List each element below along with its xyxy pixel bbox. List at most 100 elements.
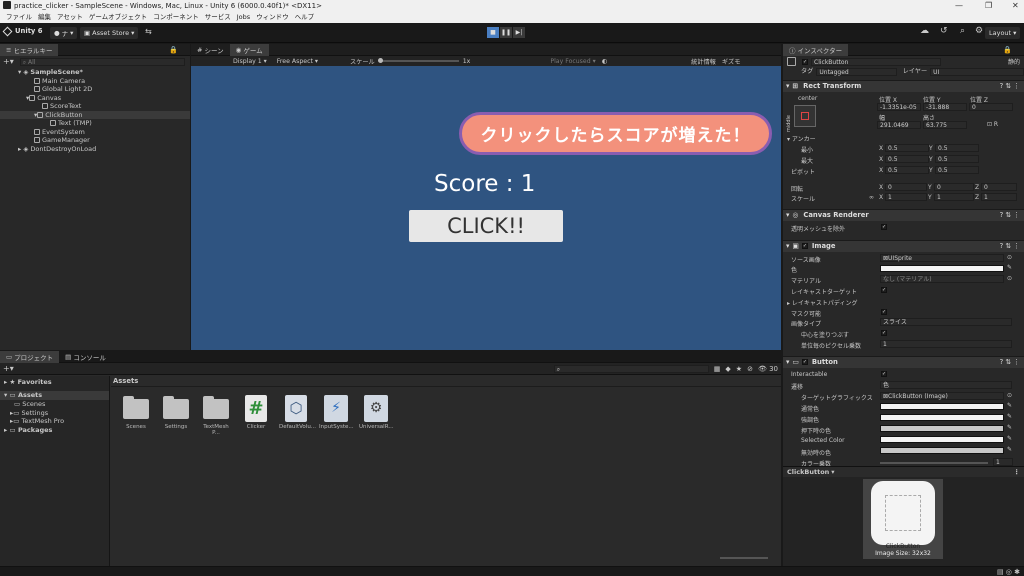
source-image-field[interactable]: ⊠UISprite <box>880 253 1004 262</box>
eyedropper-icon[interactable]: ✎ <box>1007 424 1012 431</box>
tree-favorites[interactable]: ▸ ★ Favorites <box>0 376 109 386</box>
component-menu-icon[interactable]: ? ⇅ ⋮ <box>1000 80 1020 92</box>
pivot-x[interactable]: 0.5 <box>885 165 929 174</box>
click-button[interactable]: CLICK!! <box>409 210 563 242</box>
link-icon[interactable]: ∞ <box>869 194 874 201</box>
tab-console[interactable]: ▤ コンソール <box>59 351 112 363</box>
pos-y-field[interactable]: -31.888 <box>923 102 967 111</box>
image-header[interactable]: ▾ ▣ ✓ Image ? ⇅ ⋮ <box>783 239 1024 252</box>
eyedropper-icon[interactable]: ✎ <box>1007 435 1012 442</box>
height-field[interactable]: 63.775 <box>923 120 967 129</box>
tab-project[interactable]: ▭ プロジェクト <box>0 350 60 363</box>
highlight-color-field[interactable] <box>880 413 1004 421</box>
image-enabled-checkbox[interactable]: ✓ <box>801 243 808 249</box>
static-toggle[interactable]: 静的 <box>1008 57 1020 66</box>
lock-icon[interactable]: 🔒 <box>169 46 178 54</box>
color-multiplier-slider[interactable] <box>880 461 988 464</box>
menu-file[interactable]: ファイル <box>6 12 32 23</box>
color-field[interactable] <box>880 264 1004 272</box>
menu-window[interactable]: ウィンドウ <box>256 12 289 23</box>
tree-folder[interactable]: ▸▭ TextMesh Pro <box>0 417 109 426</box>
pause-button[interactable]: ❚❚ <box>500 27 512 38</box>
scale-slider[interactable] <box>377 58 459 63</box>
object-picker-icon[interactable]: ⊙ <box>1007 392 1012 399</box>
preview-menu-icon[interactable]: ⋮ <box>1014 468 1021 476</box>
scale-y[interactable]: 1 <box>934 192 974 201</box>
menu-component[interactable]: コンポーネント <box>153 12 199 23</box>
account-dropdown[interactable]: ● ナ ▾ <box>50 27 78 39</box>
tab-inspector[interactable]: ⓘ インスペクター <box>783 43 849 56</box>
hierarchy-item[interactable]: GameManager <box>0 136 190 145</box>
rotation-z[interactable]: 0 <box>981 182 1017 191</box>
minimize-button[interactable]: — <box>955 1 963 10</box>
preview-header[interactable]: ClickButton ▾ ⋮ <box>783 467 1024 477</box>
hierarchy-item[interactable]: Global Light 2D <box>0 85 190 94</box>
tab-scene[interactable]: # シーン <box>191 44 230 56</box>
maximize-button[interactable]: ❐ <box>985 1 992 10</box>
color-multiplier-field[interactable]: 1 <box>993 457 1013 466</box>
play-focused-dropdown[interactable]: Play Focused ▾ <box>550 58 595 65</box>
hidden-packages-icon[interactable]: ⊘ <box>747 365 753 373</box>
rect-transform-header[interactable]: ▾ ⊞ Rect Transform ? ⇅ ⋮ <box>783 79 1024 92</box>
target-graphic-field[interactable]: ⊠ClickButton (Image) <box>880 391 1004 400</box>
eyedropper-icon[interactable]: ✎ <box>1007 264 1012 271</box>
stats-button[interactable]: 統計情報 <box>691 57 716 66</box>
asset-item[interactable]: # Clicker <box>239 395 273 430</box>
hierarchy-item-scene[interactable]: ▾ ◈ SampleScene* <box>0 68 190 77</box>
button-component-header[interactable]: ▾ ▭ ✓ Button ? ⇅ ⋮ <box>783 355 1024 368</box>
pos-z-field[interactable]: 0 <box>969 102 1013 111</box>
asset-item[interactable]: ⬡ DefaultVolu... <box>279 395 316 430</box>
favorite-icon[interactable]: ★ <box>736 365 742 373</box>
object-picker-icon[interactable]: ⊙ <box>1007 254 1012 261</box>
hierarchy-item[interactable]: ScoreText <box>0 102 190 111</box>
eyedropper-icon[interactable]: ✎ <box>1007 402 1012 409</box>
project-search-input[interactable]: ⌕ <box>553 364 709 373</box>
tree-assets[interactable]: ▾ ▭ Assets <box>0 391 109 400</box>
cloud-status-icon[interactable]: ☁ <box>920 26 929 36</box>
search-icon[interactable]: ⌕ <box>960 26 965 36</box>
hierarchy-item-selected[interactable]: ▾ ClickButton <box>0 110 190 119</box>
pivot-y[interactable]: 0.5 <box>935 165 979 174</box>
anchor-min-y[interactable]: 0.5 <box>935 143 979 152</box>
component-menu-icon[interactable]: ? ⇅ ⋮ <box>1000 240 1020 252</box>
lock-icon[interactable]: 🔒 <box>1003 46 1012 54</box>
hierarchy-item[interactable]: ▾ Canvas <box>0 94 190 103</box>
menu-jobs[interactable]: Jobs <box>237 12 250 23</box>
asset-item[interactable]: Settings <box>159 396 193 430</box>
tree-folder[interactable]: ▭ Scenes <box>0 400 109 409</box>
raycast-padding-foldout[interactable]: ▸ レイキャストパディング <box>787 298 858 307</box>
canvas-renderer-header[interactable]: ▾ ◎ Canvas Renderer ? ⇅ ⋮ <box>783 208 1024 221</box>
object-picker-icon[interactable]: ⊙ <box>1007 275 1012 282</box>
layout-dropdown[interactable]: Layout ▾ <box>985 27 1021 39</box>
material-field[interactable]: なし (マテリアル) <box>880 274 1004 283</box>
play-button[interactable]: ■ <box>487 27 499 38</box>
tab-game[interactable]: ◉ ゲーム <box>229 43 269 56</box>
display-dropdown[interactable]: Display 1 ▾ <box>233 58 267 65</box>
asset-item[interactable]: ⚙ UniversalR... <box>359 395 394 430</box>
hierarchy-search-input[interactable]: ⌕ All <box>19 57 185 66</box>
rotation-y[interactable]: 0 <box>934 182 974 191</box>
menu-help[interactable]: ヘルプ <box>295 12 315 23</box>
component-menu-icon[interactable]: ? ⇅ ⋮ <box>1000 356 1020 368</box>
button-enabled-checkbox[interactable]: ✓ <box>801 359 808 365</box>
add-button[interactable]: +▾ <box>3 364 14 373</box>
maskable-checkbox[interactable]: ✓ <box>881 308 887 315</box>
status-icons[interactable]: ▤ ◎ ✱ <box>997 568 1020 576</box>
object-name-field[interactable]: ClickButton <box>811 57 941 66</box>
anchor-preset-button[interactable] <box>794 104 816 127</box>
tree-folder[interactable]: ▸▭ Settings <box>0 409 109 418</box>
ppu-field[interactable]: 1 <box>880 339 1012 348</box>
fill-center-checkbox[interactable]: ✓ <box>881 329 887 336</box>
tag-dropdown[interactable]: Untagged <box>816 68 897 77</box>
close-button[interactable]: ✕ <box>1012 1 1019 10</box>
gizmos-button[interactable]: ギズモ <box>722 57 741 66</box>
menu-services[interactable]: サービス <box>205 12 231 23</box>
asset-store-button[interactable]: ▣ Asset Store ▾ <box>80 27 139 39</box>
component-menu-icon[interactable]: ? ⇅ ⋮ <box>1000 209 1020 221</box>
cull-transparent-checkbox[interactable]: ✓ <box>881 223 887 230</box>
menu-edit[interactable]: 編集 <box>38 12 51 23</box>
step-button[interactable]: ▶| <box>513 27 525 38</box>
icon-size-slider[interactable] <box>720 557 768 559</box>
layer-dropdown[interactable]: UI <box>930 68 1024 77</box>
rotation-x[interactable]: 0 <box>885 182 927 191</box>
